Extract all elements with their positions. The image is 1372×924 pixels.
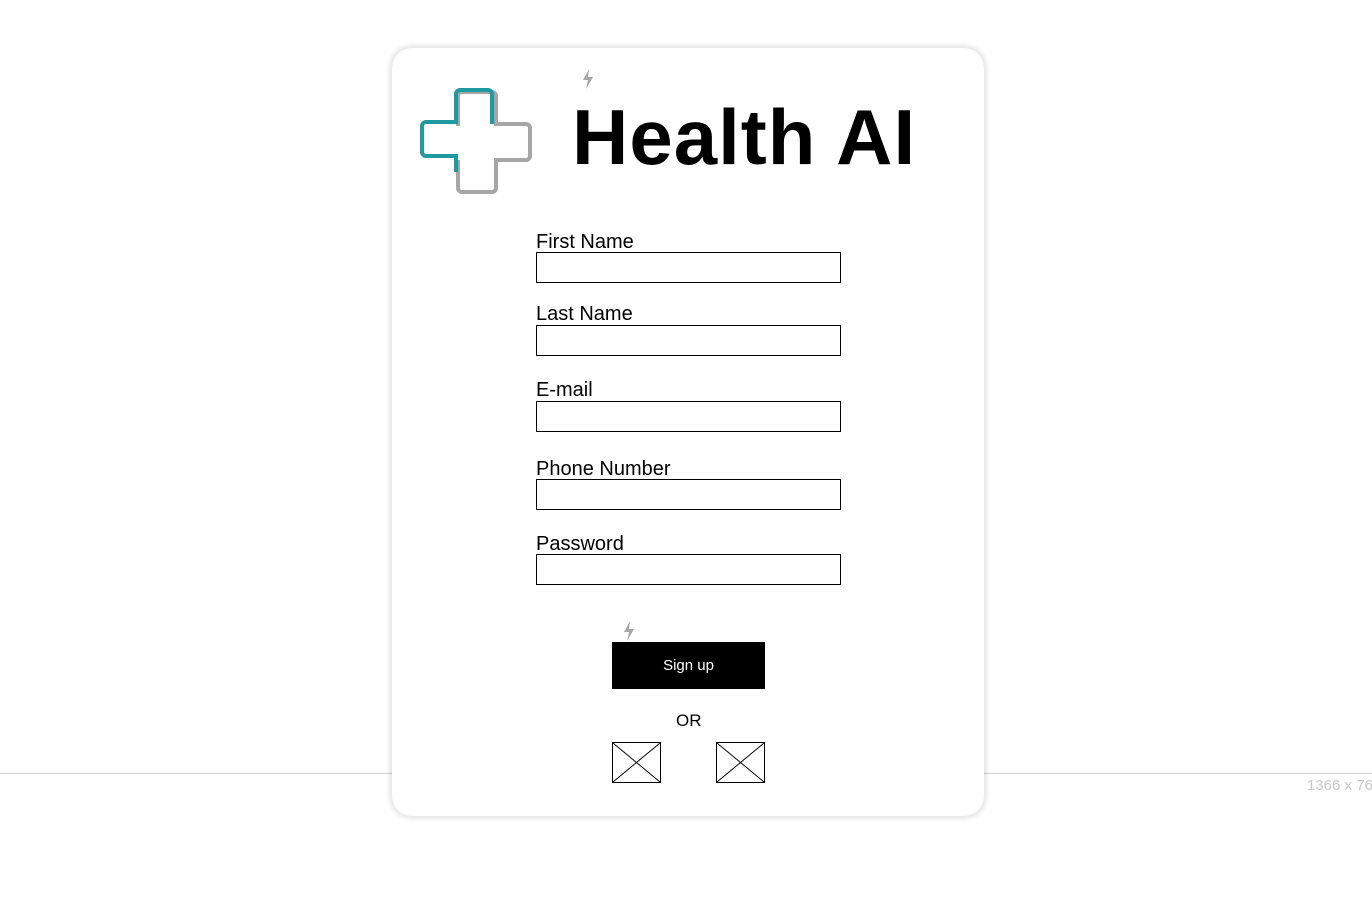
last-name-label: Last Name xyxy=(536,303,633,325)
phone-number-label: Phone Number xyxy=(536,458,671,480)
last-name-field[interactable] xyxy=(536,325,841,356)
lightning-bolt-icon xyxy=(624,621,634,641)
password-label: Password xyxy=(536,533,624,555)
email-label: E-mail xyxy=(536,379,593,401)
or-divider: OR xyxy=(676,711,702,730)
medical-cross-icon xyxy=(420,88,532,194)
first-name-field[interactable] xyxy=(536,252,841,283)
image-placeholder-icon xyxy=(613,743,660,782)
social-login-button-2[interactable] xyxy=(716,742,765,783)
social-login-button-1[interactable] xyxy=(612,742,661,783)
image-placeholder-icon xyxy=(717,743,764,782)
viewport-size-label: 1366 x 76 xyxy=(1307,777,1372,794)
brand-title: Health AI xyxy=(572,93,917,181)
first-name-label: First Name xyxy=(536,231,634,253)
password-field[interactable] xyxy=(536,554,841,585)
lightning-bolt-icon xyxy=(583,69,593,89)
email-field[interactable] xyxy=(536,401,841,432)
phone-number-field[interactable] xyxy=(536,479,841,510)
sign-up-button[interactable]: Sign up xyxy=(612,642,765,689)
